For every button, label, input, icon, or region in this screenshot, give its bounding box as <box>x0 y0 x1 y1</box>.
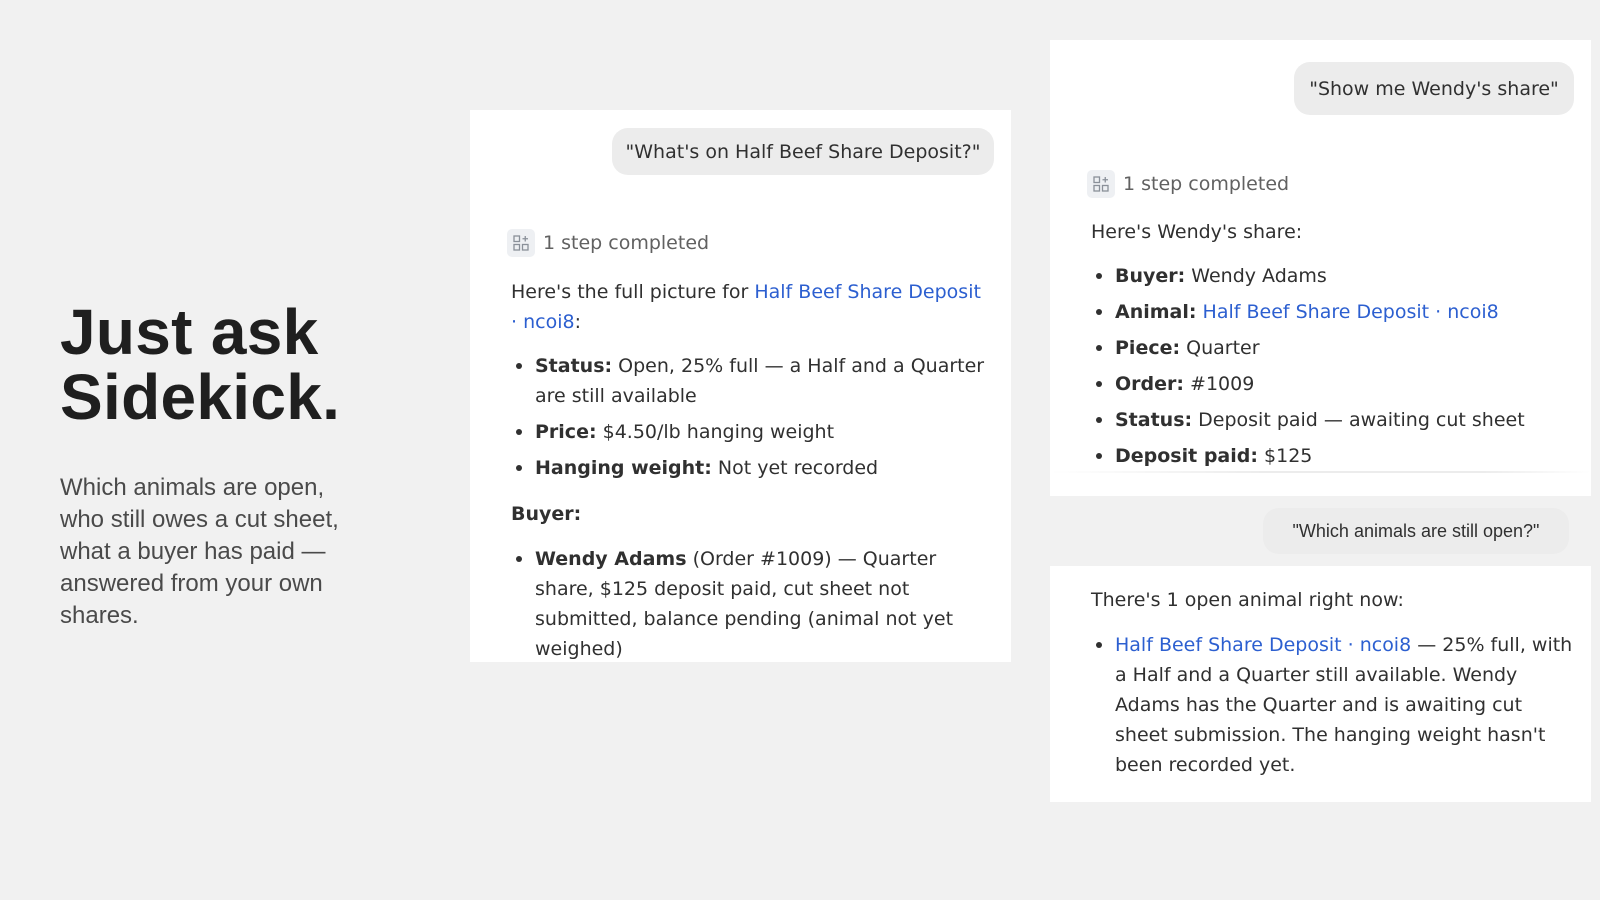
user-prompt-bubble: "Show me Wendy's share" <box>1294 62 1574 115</box>
list-item: Price: $4.50/lb hanging weight <box>511 417 991 447</box>
buyer-name: Wendy Adams <box>535 548 687 570</box>
user-prompt-text: "What's on Half Beef Share Deposit?" <box>625 140 981 163</box>
hero-title: Just ask Sidekick. <box>60 300 400 430</box>
list-item: Order: #1009 <box>1091 369 1571 399</box>
detail-value: $4.50/lb hanging weight <box>602 421 835 443</box>
detail-key: Deposit paid: <box>1115 445 1258 467</box>
detail-key: Buyer: <box>1115 265 1186 287</box>
list-item: Buyer: Wendy Adams <box>1091 261 1571 291</box>
buyer-list: Wendy Adams (Order #1009) — Quarter shar… <box>511 544 971 662</box>
steps-completed-label: 1 step completed <box>543 232 710 254</box>
detail-key: Hanging weight: <box>535 457 712 479</box>
detail-value: Deposit paid — awaiting cut sheet <box>1198 409 1525 431</box>
chat-panel-animal: "What's on Half Beef Share Deposit?" 1 s… <box>470 110 1011 662</box>
hero-subtitle: Which animals are open, who still owes a… <box>60 474 339 629</box>
steps-grid-icon <box>507 229 535 257</box>
hero-title-line1: Just ask <box>60 296 319 368</box>
open-animals-list: Half Beef Share Deposit · ncoi8 — 25% fu… <box>1091 630 1579 786</box>
detail-key: Order: <box>1115 373 1184 395</box>
hero-section: Just ask Sidekick. Which animals are ope… <box>60 300 400 632</box>
steps-completed[interactable]: 1 step completed <box>507 229 709 257</box>
user-prompt-bubble: "Which animals are still open?" <box>1263 508 1569 554</box>
list-item: Status: Deposit paid — awaiting cut shee… <box>1091 405 1571 435</box>
list-item: Wendy Adams (Order #1009) — Quarter shar… <box>511 544 971 662</box>
response-intro: Here's the full picture for Half Beef Sh… <box>511 277 991 337</box>
detail-value: Not yet recorded <box>717 457 879 479</box>
list-item: Hanging weight: Not yet recorded <box>511 453 991 483</box>
detail-value: Quarter <box>1186 337 1260 359</box>
list-item: Half Beef Share Deposit · ncoi8 — 25% fu… <box>1091 630 1579 780</box>
response-intro: Here's Wendy's share: <box>1091 221 1303 243</box>
steps-grid-icon <box>1087 170 1115 198</box>
list-item: Deposit paid: $125 <box>1091 441 1571 471</box>
list-item: Piece: Quarter <box>1091 333 1571 363</box>
detail-value: Wendy Adams <box>1191 265 1327 287</box>
share-details-list: Buyer: Wendy Adams Animal: Half Beef Sha… <box>1091 261 1571 477</box>
detail-key: Piece: <box>1115 337 1181 359</box>
animal-details-list: Status: Open, 25% full — a Half and a Qu… <box>511 351 991 489</box>
steps-completed[interactable]: 1 step completed <box>1087 170 1289 198</box>
animal-link[interactable]: Half Beef Share Deposit · ncoi8 <box>1115 634 1411 656</box>
detail-key: Status: <box>1115 409 1193 431</box>
intro-prefix: Here's the full picture for <box>511 281 749 303</box>
list-item: Status: Open, 25% full — a Half and a Qu… <box>511 351 991 411</box>
hero-title-line2: Sidekick. <box>60 361 341 433</box>
animal-link[interactable]: Half Beef Share Deposit · ncoi8 <box>1203 301 1499 323</box>
chat-panel-share: "Show me Wendy's share" 1 step completed… <box>1050 40 1591 496</box>
user-prompt-text: "Show me Wendy's share" <box>1309 77 1559 100</box>
steps-completed-label: 1 step completed <box>1123 173 1290 195</box>
detail-key: Price: <box>535 421 597 443</box>
detail-value: #1009 <box>1190 373 1255 395</box>
detail-value: $125 <box>1264 445 1313 467</box>
list-item: Animal: Half Beef Share Deposit · ncoi8 <box>1091 297 1571 327</box>
buyer-heading: Buyer: <box>511 503 582 525</box>
detail-key: Animal: <box>1115 301 1197 323</box>
chat-panel-open-animals: There's 1 open animal right now: Half Be… <box>1050 566 1591 802</box>
detail-key: Status: <box>535 355 613 377</box>
user-prompt-bubble: "What's on Half Beef Share Deposit?" <box>612 128 994 175</box>
user-prompt-text: "Which animals are still open?" <box>1292 520 1540 541</box>
intro-suffix: : <box>574 311 581 333</box>
response-intro: There's 1 open animal right now: <box>1091 589 1404 611</box>
scroll-fade-divider <box>1050 471 1591 473</box>
